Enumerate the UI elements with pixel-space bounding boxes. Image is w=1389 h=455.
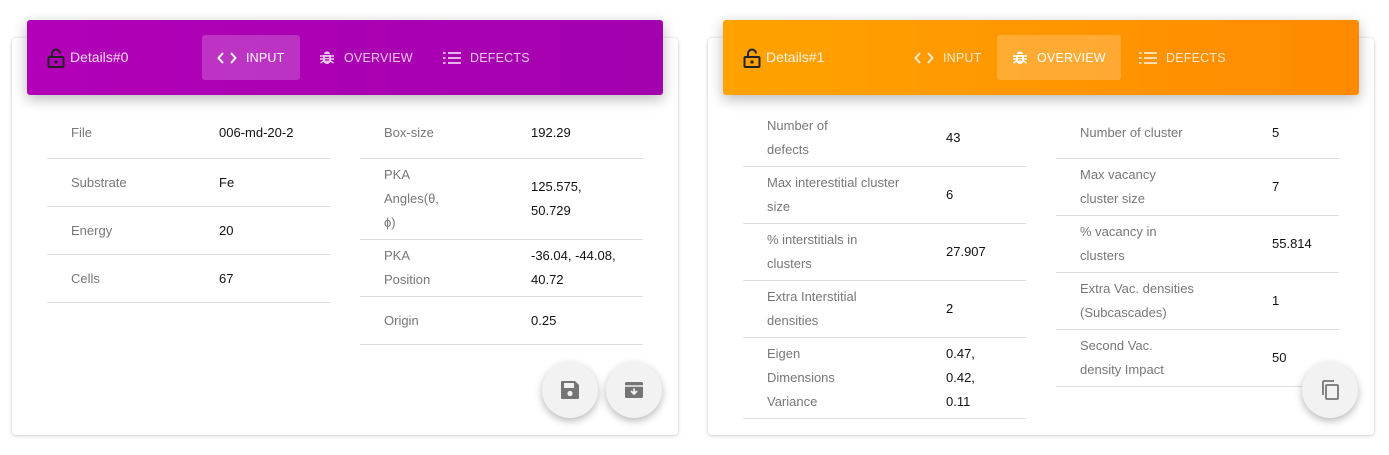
row-value: 0.47, 0.42, 0.11 bbox=[946, 346, 975, 409]
tab-overview[interactable]: OVERVIEW bbox=[304, 35, 428, 80]
row-label: Substrate bbox=[71, 175, 127, 190]
row-value: 192.29 bbox=[531, 125, 571, 140]
row-value: 27.907 bbox=[946, 244, 986, 259]
tab-defects[interactable]: DEFECTS bbox=[1124, 35, 1241, 80]
table-row: % vacancy in clusters 55.814 bbox=[1056, 216, 1339, 273]
table-row: PKA Position -36.04, -44.08, 40.72 bbox=[360, 240, 643, 297]
table-row: Extra Interstitial densities 2 bbox=[743, 281, 1026, 338]
row-value: 125.575, 50.729 bbox=[531, 179, 582, 218]
copy-button[interactable] bbox=[1302, 362, 1358, 418]
row-value: 6 bbox=[946, 187, 954, 202]
details-card-1-header: Details#1 INPUT OVERVIEW DEFECTS bbox=[723, 20, 1359, 95]
table-row: Max interestitial cluster size 6 bbox=[743, 167, 1026, 224]
card-title: Details#0 bbox=[70, 49, 129, 65]
tab-overview-label: OVERVIEW bbox=[344, 50, 413, 65]
row-label: Extra Vac. densities (Subcascades) bbox=[1080, 281, 1194, 320]
row-label: Eigen Dimensions Variance bbox=[767, 346, 835, 409]
tab-input-label: INPUT bbox=[246, 50, 285, 65]
overview-table-left: Number of defects 43 Max interestitial c… bbox=[743, 110, 1026, 419]
table-row: Second Vac. density Impact 50 bbox=[1056, 330, 1339, 387]
table-row: PKA Angles(θ, ϕ) 125.575, 50.729 bbox=[360, 159, 643, 240]
row-value: 43 bbox=[946, 130, 961, 145]
list-icon bbox=[443, 51, 461, 64]
tab-defects-label: DEFECTS bbox=[470, 50, 530, 65]
row-value: 0.25 bbox=[531, 313, 557, 328]
list-icon bbox=[1139, 51, 1157, 64]
row-label: Number of cluster bbox=[1080, 125, 1183, 140]
row-value: 20 bbox=[219, 223, 234, 238]
row-label: Number of defects bbox=[767, 118, 828, 157]
save-button[interactable] bbox=[542, 362, 598, 418]
row-value: 67 bbox=[219, 271, 234, 286]
overview-table-right: Number of cluster 5 Max vacancy cluster … bbox=[1056, 110, 1339, 387]
table-row: Number of defects 43 bbox=[743, 110, 1026, 167]
row-value: 006-md-20-2 bbox=[219, 125, 294, 140]
card-title: Details#1 bbox=[766, 49, 825, 65]
tab-defects[interactable]: DEFECTS bbox=[428, 35, 545, 80]
code-icon bbox=[914, 51, 934, 64]
input-table-right: Box-size 192.29 PKA Angles(θ, ϕ) 125.575… bbox=[360, 110, 643, 345]
table-row: Eigen Dimensions Variance 0.47, 0.42, 0.… bbox=[743, 338, 1026, 419]
row-value: Fe bbox=[219, 175, 235, 190]
row-value: -36.04, -44.08, 40.72 bbox=[531, 248, 616, 287]
tab-input[interactable]: INPUT bbox=[202, 35, 300, 80]
row-value: 1 bbox=[1272, 293, 1280, 308]
table-row: File 006-md-20-2 bbox=[47, 110, 330, 159]
row-label: Cells bbox=[71, 271, 100, 286]
details-card-0-header: Details#0 INPUT OVERVIEW DEFECTS bbox=[27, 20, 663, 95]
row-label: Max vacancy cluster size bbox=[1080, 167, 1156, 206]
row-label: Extra Interstitial densities bbox=[767, 289, 857, 328]
row-label: % interstitials in clusters bbox=[767, 232, 858, 271]
row-value: 50 bbox=[1272, 350, 1287, 365]
table-row: Max vacancy cluster size 7 bbox=[1056, 159, 1339, 216]
row-value: 7 bbox=[1272, 179, 1280, 194]
row-label: % vacancy in clusters bbox=[1080, 224, 1157, 263]
row-label: Max interestitial cluster size bbox=[767, 175, 900, 214]
archive-button[interactable] bbox=[606, 362, 662, 418]
row-label: PKA Angles(θ, ϕ) bbox=[384, 167, 439, 230]
table-row: Origin 0.25 bbox=[360, 297, 643, 345]
bug-icon bbox=[1013, 51, 1027, 64]
tab-input[interactable]: INPUT bbox=[899, 35, 997, 80]
tab-defects-label: DEFECTS bbox=[1166, 50, 1226, 65]
table-row: Extra Vac. densities (Subcascades) 1 bbox=[1056, 273, 1339, 330]
copy-icon bbox=[1322, 380, 1339, 400]
row-label: Second Vac. density Impact bbox=[1080, 338, 1164, 377]
row-label: PKA Position bbox=[384, 248, 431, 287]
tab-input-label: INPUT bbox=[943, 50, 982, 65]
table-row: % interstitials in clusters 27.907 bbox=[743, 224, 1026, 281]
bug-icon bbox=[320, 51, 334, 64]
table-row: Cells 67 bbox=[47, 255, 330, 303]
row-label: Origin bbox=[384, 313, 419, 328]
table-row: Box-size 192.29 bbox=[360, 110, 643, 159]
tab-overview[interactable]: OVERVIEW bbox=[997, 35, 1121, 80]
table-row: Substrate Fe bbox=[47, 159, 330, 207]
code-icon bbox=[217, 51, 237, 64]
row-label: Box-size bbox=[384, 125, 434, 140]
lock-open-icon[interactable] bbox=[743, 48, 761, 68]
row-value: 55.814 bbox=[1272, 236, 1312, 251]
lock-open-icon[interactable] bbox=[47, 48, 65, 68]
table-row: Energy 20 bbox=[47, 207, 330, 255]
row-label: File bbox=[71, 125, 92, 140]
input-table-left: File 006-md-20-2 Substrate Fe Energy 20 … bbox=[47, 110, 330, 303]
row-value: 2 bbox=[946, 301, 954, 316]
tab-overview-label: OVERVIEW bbox=[1037, 50, 1106, 65]
save-icon bbox=[561, 381, 579, 399]
row-label: Energy bbox=[71, 223, 113, 238]
row-value: 5 bbox=[1272, 125, 1280, 140]
table-row: Number of cluster 5 bbox=[1056, 110, 1339, 159]
archive-icon bbox=[625, 382, 643, 398]
